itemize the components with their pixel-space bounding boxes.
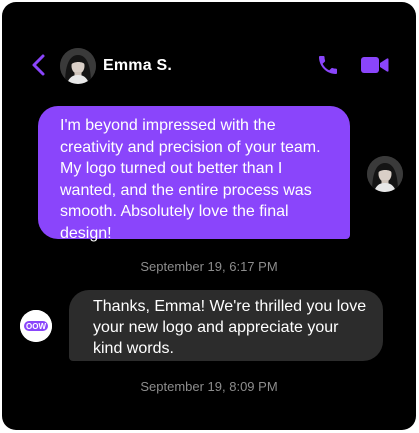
brand-logo-text: OOW [26,322,46,331]
video-camera-icon[interactable] [360,55,389,75]
contact-name: Emma S. [103,57,172,74]
incoming-message-bubble: Thanks, Emma! We're thrilled you love yo… [69,290,383,361]
contact-avatar[interactable] [60,48,96,84]
contact-avatar-message [367,156,403,192]
phone-icon[interactable] [316,53,340,77]
brand-logo-avatar: OOW [20,310,52,342]
outgoing-message-bubble: I'm beyond impressed with the creativity… [38,106,350,242]
message-timestamp: September 19, 8:09 PM [140,379,278,394]
message-timestamp: September 19, 6:17 PM [140,259,278,274]
chat-header: Emma S. [2,42,416,90]
chat-screen: Emma S. I'm beyond impressed with the cr… [2,2,416,430]
chevron-left-icon[interactable] [28,53,50,77]
